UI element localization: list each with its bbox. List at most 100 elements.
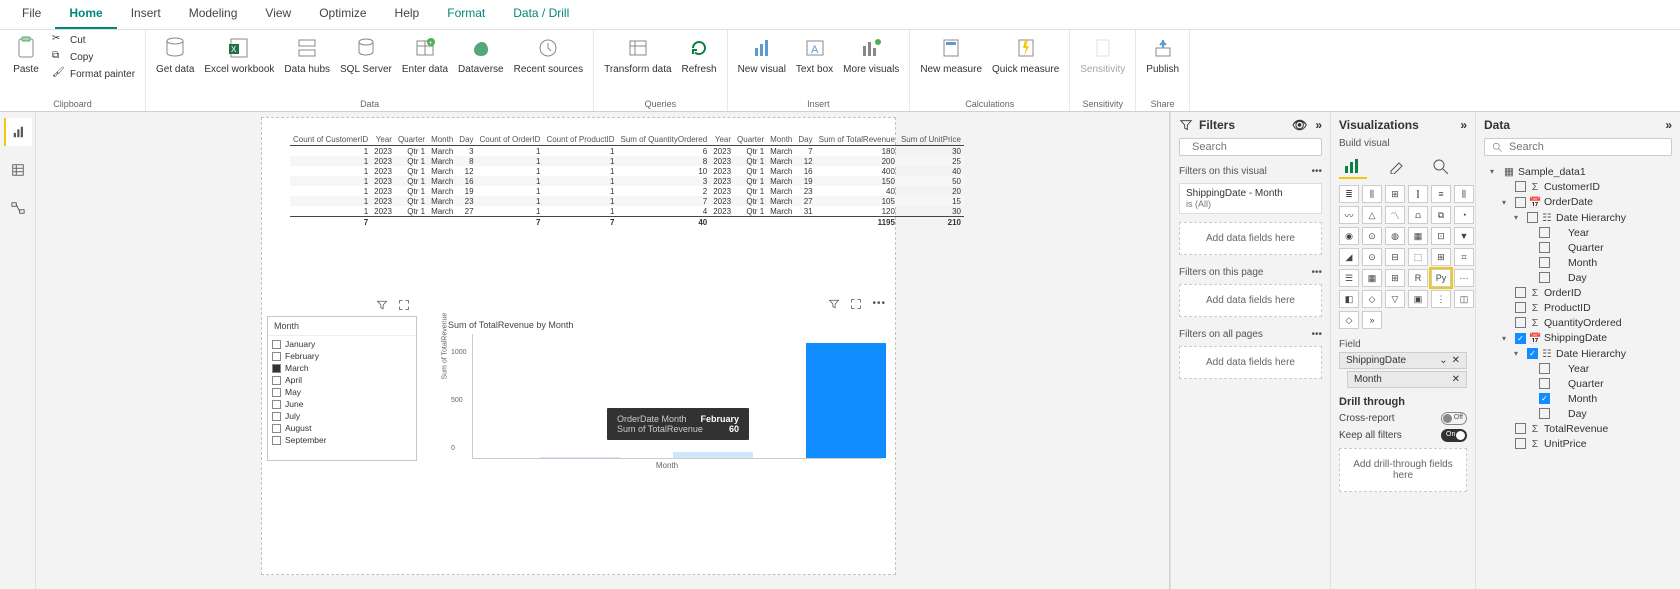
remove-field-icon[interactable]: ✕ <box>1452 374 1460 385</box>
slicer-item-june[interactable]: June <box>272 398 412 410</box>
table-row[interactable]: 12023Qtr 1March81182023Qtr 1March1220025 <box>290 156 964 166</box>
viz-type-28[interactable]: Py <box>1431 269 1451 287</box>
menu-tab-optimize[interactable]: Optimize <box>305 0 380 29</box>
checkbox-icon[interactable] <box>1527 212 1538 223</box>
bar-january[interactable] <box>540 457 620 458</box>
recent-sources-button[interactable]: Recent sources <box>510 32 587 77</box>
filter-icon[interactable] <box>828 298 840 310</box>
viz-type-27[interactable]: R <box>1408 269 1428 287</box>
field-quarter[interactable]: Quarter <box>1480 240 1676 255</box>
checkbox-icon[interactable] <box>1515 181 1526 192</box>
filters-search[interactable] <box>1179 138 1322 156</box>
keep-filters-toggle[interactable]: On <box>1441 429 1467 442</box>
all-filters-dropzone[interactable]: Add data fields here <box>1179 346 1322 379</box>
menu-tab-view[interactable]: View <box>251 0 305 29</box>
bar-march[interactable] <box>806 343 886 458</box>
field-month[interactable]: ✓Month <box>1480 391 1676 406</box>
viz-type-32[interactable]: ▽ <box>1385 290 1405 308</box>
viz-type-23[interactable]: ⌗ <box>1454 248 1474 266</box>
viz-type-14[interactable]: ◍ <box>1385 227 1405 245</box>
drill-through-dropzone[interactable]: Add drill-through fields here <box>1339 448 1467 492</box>
transform-data-button[interactable]: Transform data <box>600 32 675 77</box>
filters-search-input[interactable] <box>1192 141 1334 153</box>
checkbox-icon[interactable] <box>1515 197 1526 208</box>
enter-data-button[interactable]: +Enter data <box>398 32 452 77</box>
more-visuals-button[interactable]: More visuals <box>839 32 903 77</box>
checkbox-icon[interactable] <box>1539 363 1550 374</box>
more-icon[interactable]: ••• <box>1311 329 1322 340</box>
menu-tab-help[interactable]: Help <box>381 0 434 29</box>
viz-type-31[interactable]: ◇ <box>1362 290 1382 308</box>
checkbox-icon[interactable] <box>1539 242 1550 253</box>
field-sample-data1[interactable]: ▾▦Sample_data1 <box>1480 164 1676 179</box>
field-day[interactable]: Day <box>1480 270 1676 285</box>
data-hub-button[interactable]: Data hubs <box>280 32 334 77</box>
viz-type-37[interactable]: » <box>1362 311 1382 329</box>
chevron-icon[interactable]: ▾ <box>1514 213 1524 222</box>
menu-tab-insert[interactable]: Insert <box>117 0 175 29</box>
menu-tab-home[interactable]: Home <box>55 0 116 29</box>
field-month[interactable]: Month <box>1480 255 1676 270</box>
dataverse-button[interactable]: Dataverse <box>454 32 508 77</box>
field-well-month[interactable]: Month✕ <box>1347 371 1467 388</box>
slicer-item-july[interactable]: July <box>272 410 412 422</box>
field-date-hierarchy[interactable]: ▾☷Date Hierarchy <box>1480 210 1676 225</box>
viz-type-3[interactable]: ⫿ <box>1408 185 1428 203</box>
field-orderdate[interactable]: ▾📅OrderDate <box>1480 194 1676 210</box>
report-canvas[interactable]: Count of CustomerIDYearQuarterMonthDayCo… <box>36 112 1169 589</box>
viz-type-29[interactable]: ⋯ <box>1454 269 1474 287</box>
viz-type-26[interactable]: ⊞ <box>1385 269 1405 287</box>
viz-type-7[interactable]: △ <box>1362 206 1382 224</box>
month-slicer[interactable]: Month JanuaryFebruaryMarchAprilMayJuneJu… <box>267 316 417 461</box>
checkbox-icon[interactable]: ✓ <box>1515 333 1526 344</box>
cross-report-toggle[interactable]: Off <box>1441 412 1467 425</box>
viz-type-16[interactable]: ⊡ <box>1431 227 1451 245</box>
viz-type-19[interactable]: ⊙ <box>1362 248 1382 266</box>
checkbox-icon[interactable] <box>1515 438 1526 449</box>
build-tab[interactable] <box>1339 155 1367 179</box>
chevron-icon[interactable]: ▾ <box>1490 167 1500 176</box>
field-totalrevenue[interactable]: ΣTotalRevenue <box>1480 421 1676 436</box>
slicer-item-february[interactable]: February <box>272 350 412 362</box>
sensitivity-button[interactable]: Sensitivity <box>1076 32 1129 77</box>
viz-type-25[interactable]: ▦ <box>1362 269 1382 287</box>
viz-type-13[interactable]: ⊙ <box>1362 227 1382 245</box>
more-icon[interactable]: ••• <box>1311 166 1322 177</box>
bar-february[interactable] <box>673 452 753 458</box>
viz-type-8[interactable]: 〽 <box>1385 206 1405 224</box>
format-painter-button[interactable]: 🖌Format painter <box>48 66 139 82</box>
chevron-down-icon[interactable]: ⌄ <box>1439 355 1447 366</box>
model-view-button[interactable] <box>4 194 32 222</box>
slicer-item-january[interactable]: January <box>272 338 412 350</box>
slicer-item-april[interactable]: April <box>272 374 412 386</box>
viz-type-18[interactable]: ◢ <box>1339 248 1359 266</box>
text-box-button[interactable]: AText box <box>792 32 837 77</box>
analytics-tab[interactable] <box>1427 155 1455 179</box>
chevron-icon[interactable]: ▾ <box>1514 349 1524 358</box>
slicer-item-march[interactable]: March <box>272 362 412 374</box>
field-unitprice[interactable]: ΣUnitPrice <box>1480 436 1676 451</box>
new-visual-button[interactable]: New visual <box>734 32 790 77</box>
focus-mode-icon[interactable] <box>398 299 410 311</box>
menu-tab-file[interactable]: File <box>8 0 55 29</box>
data-search-input[interactable] <box>1509 141 1665 153</box>
menu-tab-data-drill[interactable]: Data / Drill <box>499 0 583 29</box>
field-year[interactable]: Year <box>1480 225 1676 240</box>
checkbox-icon[interactable] <box>1515 423 1526 434</box>
field-customerid[interactable]: ΣCustomerID <box>1480 179 1676 194</box>
format-tab[interactable] <box>1383 155 1411 179</box>
page-filters-dropzone[interactable]: Add data fields here <box>1179 284 1322 317</box>
quick-measure-button[interactable]: Quick measure <box>988 32 1063 77</box>
slicer-item-may[interactable]: May <box>272 386 412 398</box>
field-year[interactable]: Year <box>1480 361 1676 376</box>
viz-type-0[interactable]: ≣ <box>1339 185 1359 203</box>
table-row[interactable]: 12023Qtr 1March31162023Qtr 1March718030 <box>290 146 964 157</box>
field-productid[interactable]: ΣProductID <box>1480 300 1676 315</box>
viz-type-20[interactable]: ⊟ <box>1385 248 1405 266</box>
viz-type-11[interactable]: ◔ <box>1454 206 1474 224</box>
viz-type-36[interactable]: ◇ <box>1339 311 1359 329</box>
collapse-icon[interactable]: » <box>1460 118 1467 132</box>
paste-button[interactable]: Paste <box>6 32 46 77</box>
table-view-button[interactable] <box>4 156 32 184</box>
checkbox-icon[interactable] <box>1539 408 1550 419</box>
